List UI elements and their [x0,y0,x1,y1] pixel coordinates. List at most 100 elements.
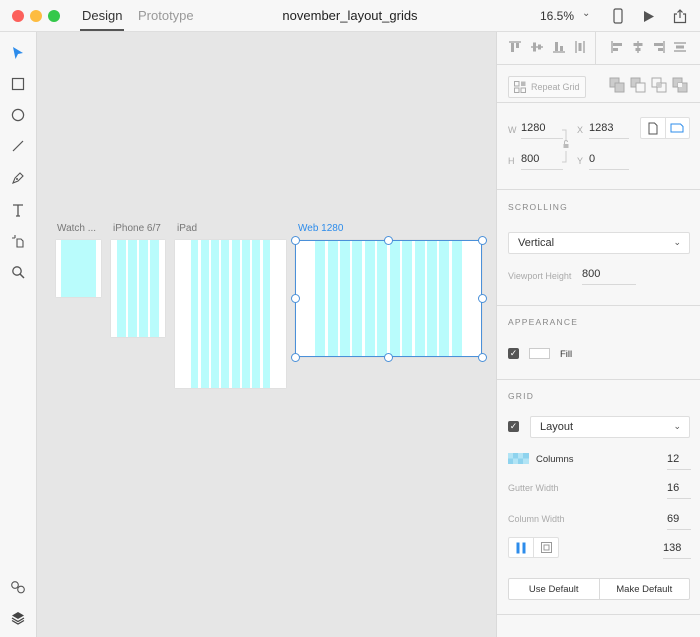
align-top-icon[interactable] [508,40,522,54]
grid-column [128,240,137,337]
resize-handle-top[interactable] [384,235,393,245]
boolean-add-icon[interactable] [609,77,625,93]
orientation-toggle [640,117,690,139]
distribute-horizontal-icon[interactable] [673,40,687,54]
resize-handle-bottom-right[interactable] [477,352,487,362]
grid-column [139,240,148,337]
fill-color-swatch[interactable] [529,348,550,359]
tab-prototype[interactable]: Prototype [138,8,194,23]
text-tool-icon[interactable] [8,200,28,220]
select-tool-icon[interactable] [8,43,28,63]
artboard-tool-icon[interactable] [8,231,28,251]
grid-defaults-buttons: Use Default Make Default [508,578,690,600]
columns-input[interactable]: 12 [667,453,691,470]
device-preview-icon[interactable] [608,6,628,26]
height-input[interactable]: 800 [521,153,563,170]
y-input[interactable]: 0 [589,153,629,170]
portrait-icon[interactable] [641,118,665,138]
chevron-down-icon: ⌄ [673,421,681,431]
boolean-intersect-icon[interactable] [651,77,667,93]
appearance-title: APPEARANCE [508,317,579,327]
artboard-ipad[interactable] [175,240,286,388]
line-tool-icon[interactable] [8,136,28,156]
x-input[interactable]: 1283 [589,122,629,139]
grid-column [262,240,271,388]
maximize-window-button[interactable] [48,10,60,22]
align-section [497,32,700,65]
artboard-label-watch[interactable]: Watch ... [57,223,96,234]
ellipse-tool-icon[interactable] [8,105,28,125]
artboard-web[interactable] [295,240,482,357]
repeat-grid-button[interactable]: Repeat Grid [508,76,586,98]
distribute-vertical-icon[interactable] [573,40,587,54]
gutter-width-input[interactable]: 16 [667,482,691,499]
align-right-icon[interactable] [652,40,666,54]
viewport-height-input[interactable]: 800 [582,268,636,285]
align-left-icon[interactable] [610,40,624,54]
grid-type-value: Layout [540,421,574,433]
width-label: W [508,125,517,135]
symbols-icon[interactable] [8,577,28,597]
share-icon[interactable] [670,6,690,26]
zoom-level-value[interactable]: 16.5% [540,9,574,23]
grid-column [61,240,96,297]
lock-aspect-icon[interactable] [560,129,570,163]
separate-margins-icon[interactable] [533,538,558,557]
play-icon[interactable] [639,6,659,26]
pen-tool-icon[interactable] [8,168,28,188]
y-label: Y [577,156,584,166]
layers-icon[interactable] [8,608,28,628]
grid-column [327,240,338,357]
resize-handle-bottom-left[interactable] [290,352,300,362]
grid-enabled-checkbox[interactable]: ✓ [508,421,519,432]
zoom-tool-icon[interactable] [8,262,28,282]
boolean-subtract-icon[interactable] [630,77,646,93]
resize-handle-right[interactable] [477,294,487,303]
make-default-button[interactable]: Make Default [598,579,690,599]
linked-margins-icon[interactable] [509,538,533,557]
tab-design[interactable]: Design [79,8,125,31]
design-canvas[interactable]: Watch ... iPhone 6/7 iPad Web 1280 [37,32,496,637]
scrolling-title: SCROLLING [508,202,568,212]
grid-column [414,240,425,357]
margin-input[interactable]: 138 [663,542,691,559]
landscape-icon[interactable] [664,118,690,138]
gutter-width-label: Gutter Width [508,483,559,493]
artboard-iphone[interactable] [111,240,165,337]
use-default-button[interactable]: Use Default [509,579,599,599]
repeat-grid-label: Repeat Grid [531,82,580,92]
grid-column [427,240,437,357]
resize-handle-top-right[interactable] [477,235,487,245]
grid-column [315,240,326,357]
fill-label: Fill [560,349,573,360]
resize-handle-left[interactable] [290,294,300,303]
align-bottom-icon[interactable] [552,40,566,54]
grid-column [377,240,388,357]
close-window-button[interactable] [12,10,24,22]
column-width-input[interactable]: 69 [667,513,691,530]
grid-column [402,240,413,357]
grid-type-dropdown[interactable]: Layout ⌄ [530,416,690,438]
artboard-watch[interactable] [56,240,101,297]
artboard-label-iphone[interactable]: iPhone 6/7 [113,223,161,234]
minimize-window-button[interactable] [30,10,42,22]
grid-column [150,240,159,337]
grid-color-swatch[interactable] [508,453,529,464]
boolean-exclude-icon[interactable] [672,77,688,93]
resize-handle-bottom[interactable] [384,352,393,362]
artboard-label-web[interactable]: Web 1280 [298,223,343,234]
grid-column [364,240,375,357]
fill-checkbox[interactable]: ✓ [508,348,519,359]
width-input[interactable]: 1280 [521,122,563,139]
zoom-chevron-down-icon[interactable]: ⌄ [582,8,590,19]
scrolling-dropdown[interactable]: Vertical ⌄ [508,232,690,254]
scrolling-value: Vertical [518,237,555,249]
align-middle-icon[interactable] [530,40,544,54]
grid-title: GRID [508,391,535,401]
artboard-label-ipad[interactable]: iPad [177,223,197,234]
grid-column [352,240,363,357]
viewport-height-label: Viewport Height [508,271,572,281]
align-center-icon[interactable] [631,40,645,54]
resize-handle-top-left[interactable] [290,235,300,245]
rectangle-tool-icon[interactable] [8,74,28,94]
